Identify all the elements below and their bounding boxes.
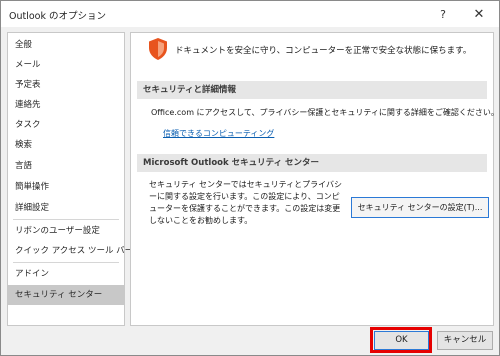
sidebar-item-calendar[interactable]: 予定表: [8, 75, 124, 95]
sidebar-item-people[interactable]: 連絡先: [8, 95, 124, 115]
trust-center-panel: ドキュメントを安全に守り、コンピューターを正常で安全な状態に保ちます。 セキュリ…: [130, 32, 499, 326]
sidebar-item-quick-access-toolbar[interactable]: クイック アクセス ツール バー: [8, 241, 133, 261]
shield-icon: [149, 38, 167, 60]
intro-text: ドキュメントを安全に守り、コンピューターを正常で安全な状態に保ちます。: [175, 46, 472, 56]
trustworthy-computing-link[interactable]: 信頼できるコンピューティング: [163, 128, 274, 139]
sidebar-item-search[interactable]: 検索: [8, 135, 124, 155]
sidebar-divider: [13, 262, 119, 263]
cancel-button[interactable]: キャンセル: [437, 331, 493, 350]
privacy-section-heading: セキュリティと詳細情報: [137, 81, 487, 99]
title-bar: Outlook のオプション ? ✕: [1, 1, 499, 27]
options-dialog: Outlook のオプション ? ✕ 全般 メール 予定表 連絡先 タスク 検索…: [0, 0, 500, 356]
privacy-section-text: Office.com にアクセスして、プライバシー保護とセキュリティに関する詳細…: [151, 108, 499, 117]
sidebar-item-language[interactable]: 言語: [8, 156, 124, 176]
category-list: 全般 メール 予定表 連絡先 タスク 検索 言語 簡単操作 詳細設定 リボンのユ…: [7, 32, 133, 326]
trust-center-section-heading: Microsoft Outlook セキュリティ センター: [137, 154, 487, 172]
trust-center-settings-button[interactable]: セキュリティ センターの設定(T)...: [351, 197, 489, 218]
sidebar-item-customize-ribbon[interactable]: リボンのユーザー設定: [8, 221, 124, 241]
trust-center-section-text: セキュリティ センターではセキュリティとプライバシーに関する設定を行います。この…: [149, 180, 342, 225]
sidebar-divider: [13, 219, 119, 220]
close-icon[interactable]: ✕: [467, 4, 491, 24]
sidebar-item-addins[interactable]: アドイン: [8, 264, 124, 284]
help-icon[interactable]: ?: [431, 4, 455, 24]
window-title: Outlook のオプション: [9, 11, 107, 22]
ok-button[interactable]: OK: [374, 331, 429, 350]
sidebar-item-mail[interactable]: メール: [8, 55, 124, 75]
sidebar-item-trust-center[interactable]: セキュリティ センター: [8, 285, 124, 305]
sidebar-item-tasks[interactable]: タスク: [8, 115, 124, 135]
sidebar-item-advanced[interactable]: 詳細設定: [8, 198, 124, 218]
sidebar-item-accessibility[interactable]: 簡単操作: [8, 177, 124, 197]
sidebar-item-general[interactable]: 全般: [8, 35, 124, 55]
